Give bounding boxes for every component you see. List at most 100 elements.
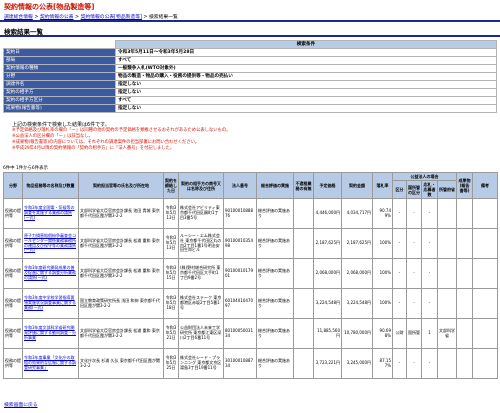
cell-corporate-number: 8010005003134: [223, 318, 257, 349]
cell-planned-price: 4,446,000円: [313, 198, 342, 229]
cell-officer: 文部科学省大臣官房会計課長 松浦 重和 東京都千代田区霞が関3-2-2: [78, 318, 164, 349]
cell-planned-price: 11,885,560円: [313, 318, 342, 349]
cell-partner: 株式会社ステーク 東京都港区赤坂2丁目5番1号: [178, 288, 224, 319]
cell-jurisdiction: -: [406, 198, 422, 229]
cell-item-name: 令和3年度事業「文化庁の取組の効果的な広報に関する調査研究事業」: [22, 348, 79, 379]
cell-officer: 文化庁次長 杉浦 久弘 東京都千代田区霞が関3-2-2: [78, 348, 164, 379]
back-to-search-link[interactable]: 検索画面に戻る: [4, 401, 38, 408]
cell-planned-price: 3,723,221円: [313, 348, 342, 379]
cell-evaluation: 総合評価の実施あり: [256, 198, 294, 229]
cell-corporate-number: 9010001035498: [223, 228, 257, 259]
cell-planned-price: 2,187,625円: [313, 228, 342, 259]
cell-evaluation: 総合評価の実施あり: [256, 228, 294, 259]
cell-contract-date: 令和3年5月21日: [163, 318, 179, 349]
cell-unfit: [293, 348, 314, 379]
cell-output: [456, 228, 473, 259]
cell-field: 役務の提供等: [3, 198, 23, 229]
condition-row: 分野 物品の製造・物品の購入・役務の提供等・物品の売払い: [3, 72, 497, 81]
condition-row: 契約の相手方 指定しない: [3, 88, 497, 97]
cell-evaluation: 総合評価の実施あり: [256, 258, 294, 289]
item-name-link[interactable]: 令和3年度中学校学習指導要領実施状況調査事業に関する業務(一式): [24, 295, 76, 310]
condition-value: すべて: [115, 56, 497, 65]
condition-value: すべて: [115, 96, 497, 105]
condition-value: 指定しない: [115, 104, 497, 113]
cell-ministry: 文部科学省: [437, 318, 457, 349]
cell-field: 役務の提供等: [3, 258, 23, 289]
cell-remarks: [472, 288, 498, 319]
cell-partner: 公益財団法人未来工学研究所 東京都江東区深川2丁目6番11号: [178, 318, 224, 349]
item-name-link[interactable]: 令和3年度研究開発成果の普及促進に関する調査分析業務の請負(一式): [24, 265, 76, 280]
cell-planned-price: 2,068,000円: [313, 258, 342, 289]
cell-award-rate: 90.698%: [372, 318, 393, 349]
cell-award-rate: 100%: [372, 228, 393, 259]
column-header: 応札・応募者数: [421, 180, 438, 199]
header-rule: [0, 20, 500, 22]
cell-field: 役務の提供等: [3, 348, 23, 379]
cell-bidders: -: [421, 228, 438, 259]
cell-field: 役務の提供等: [3, 288, 23, 319]
condition-label: 契約の相手方: [3, 88, 116, 97]
item-name-link[interactable]: 令和3年度全国電・気候等の調査を実施する業務の請負(一式): [24, 205, 75, 220]
cell-ministry: [437, 228, 457, 259]
cell-item-name: 令和3年度中学校学習指導要領実施状況調査事業に関する業務(一式): [22, 288, 79, 319]
cell-public-corp-type: -: [392, 258, 407, 289]
cell-officer: 文部科学省大臣官房会計課長 池田 貴城 東京都千代田区霞が関3-2-2: [78, 198, 164, 229]
cell-item-name: 令和3年度全国電・気候等の調査を実施する業務の請負(一式): [22, 198, 79, 229]
cell-partner: 株式会社シード・プランニング 東京都文京区湯島3丁目19番11号: [178, 348, 224, 379]
cell-field: 役務の提供等: [3, 318, 23, 349]
condition-value: 指定しない: [115, 88, 497, 97]
page-title: 契約情報の公表[物品製造等]: [4, 3, 95, 11]
item-name-link[interactable]: 令和3年度事業「文化庁の取組の効果的な広報に関する調査研究事業」: [24, 355, 76, 370]
cell-item-name: 令和3年度研究開発成果の普及促進に関する調査分析業務の請負(一式): [22, 258, 79, 289]
cell-corporate-number: 9010001017901: [223, 258, 257, 289]
cell-public-corp-type: -: [392, 288, 407, 319]
cell-award-rate: 90.749%: [372, 198, 393, 229]
cell-item-name: 令和3年度文部科学省研究開発評価に関する動向調査・分析事業: [22, 318, 79, 349]
table-row: 役務の提供等 令和3年度中学校学習指導要領実施状況調査事業に関する業務(一式) 国立…: [3, 288, 498, 319]
cell-contract-amount: 2,187,625円: [341, 228, 373, 259]
cell-ministry: [437, 288, 457, 319]
cell-jurisdiction: -: [406, 348, 422, 379]
column-group-header: 公益法人の場合: [392, 172, 457, 181]
cell-unfit: [293, 318, 314, 349]
condition-label: 成果物(報告書等): [3, 104, 116, 113]
cell-contract-date: 令和3年5月13日: [163, 228, 179, 259]
conditions-corner: [4, 41, 116, 49]
column-header: 契約金額: [341, 172, 373, 199]
condition-label: 契約情報の種類: [3, 64, 116, 73]
column-header: 落札率: [372, 172, 393, 199]
cell-public-corp-type: -: [392, 198, 407, 229]
cell-evaluation: 総合評価の実施あり: [256, 348, 294, 379]
cell-contract-amount: 3,224,548円: [341, 288, 373, 319]
cell-contract-amount: 2,068,000円: [341, 258, 373, 289]
table-row: 役務の提供等 令和3年度研究開発成果の普及促進に関する調査分析業務の請負(一式) 文…: [3, 258, 498, 289]
column-header: 成果物(報告書等): [456, 172, 473, 199]
cell-officer: 文部科学省大臣官房会計課長 松浦 重和 東京都千代田区霞が関3-2-2: [78, 228, 164, 259]
cell-bidders: -: [421, 288, 438, 319]
cell-bidders: -: [421, 258, 438, 289]
heading-rule: [0, 35, 500, 37]
cell-partner: (株)野村総合研究所 東京都千代田区大手町1丁目9番2号: [178, 258, 224, 289]
cell-bidders: -: [421, 198, 438, 229]
cell-public-corp-type: 公財: [392, 318, 407, 349]
item-name-link[interactable]: 原子力損害賠償紛争審査会コールセンター関係業務事務所の運用及び保守等の業務請負(…: [24, 233, 76, 252]
condition-label: 契約の相手方区分: [3, 96, 116, 105]
cell-unfit: [293, 228, 314, 259]
column-header: 契約担当官等の氏名及び所在地: [78, 172, 164, 199]
cell-output: [456, 318, 473, 349]
cell-jurisdiction: -: [406, 258, 422, 289]
condition-label: 契約日: [3, 48, 116, 57]
item-name-link[interactable]: 令和3年度文部科学省研究開発評価に関する動向調査・分析事業: [24, 325, 76, 340]
cell-evaluation: 総合評価の実施あり: [256, 318, 294, 349]
results-body: 役務の提供等 令和3年度全国電・気候等の調査を実施する業務の請負(一式) 文部科学省…: [3, 198, 498, 379]
result-count: 6件中 1件から6件表示: [3, 166, 48, 171]
condition-label: 分野: [3, 72, 116, 81]
column-header: 総合評価の実施: [256, 172, 294, 199]
column-header: 契約の相手方の商号又は名称及び住所: [178, 172, 224, 199]
table-row: 役務の提供等 令和3年度事業「文化庁の取組の効果的な広報に関する調査研究事業」 文化…: [3, 348, 498, 379]
cell-award-rate: 100%: [372, 288, 393, 319]
cell-bidders: -: [421, 348, 438, 379]
column-header: 物品役務等の名称及び数量: [22, 172, 79, 199]
breadcrumb: 調達総合情報 > 契約情報の公表 > 契約情報の公表[物品製造等] > 検索結果…: [4, 13, 178, 20]
column-header: 所管府省: [437, 180, 457, 199]
